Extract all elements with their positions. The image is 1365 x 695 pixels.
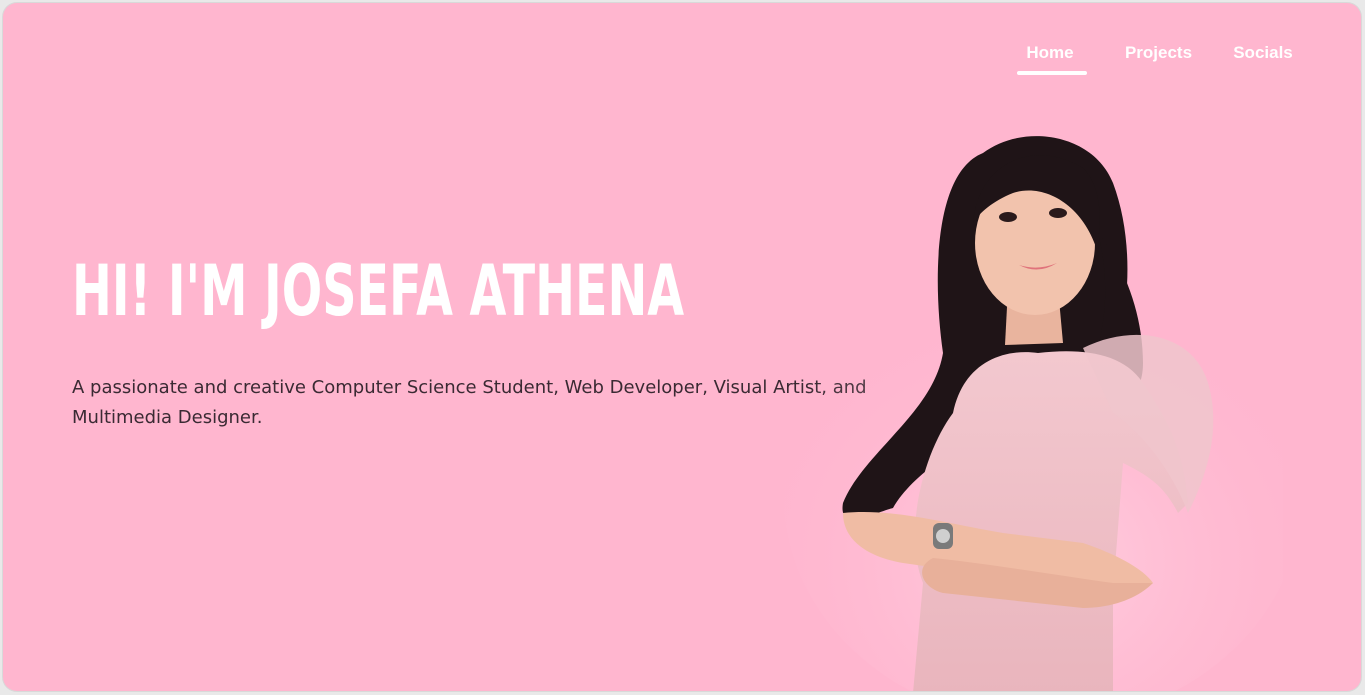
nav-projects-link[interactable]: Projects <box>1121 43 1196 63</box>
hero-title: HI! I'M JOSEFA ATHENA <box>72 250 685 332</box>
nav-home-link[interactable]: Home <box>1025 43 1075 63</box>
page-frame: Home Projects Socials HI! I'M JOSEFA ATH… <box>3 3 1361 691</box>
nav-socials-link[interactable]: Socials <box>1231 43 1295 63</box>
portrait-photo <box>783 136 1283 691</box>
nav-active-indicator <box>1017 71 1087 75</box>
top-navigation: Home Projects Socials <box>3 43 1361 83</box>
